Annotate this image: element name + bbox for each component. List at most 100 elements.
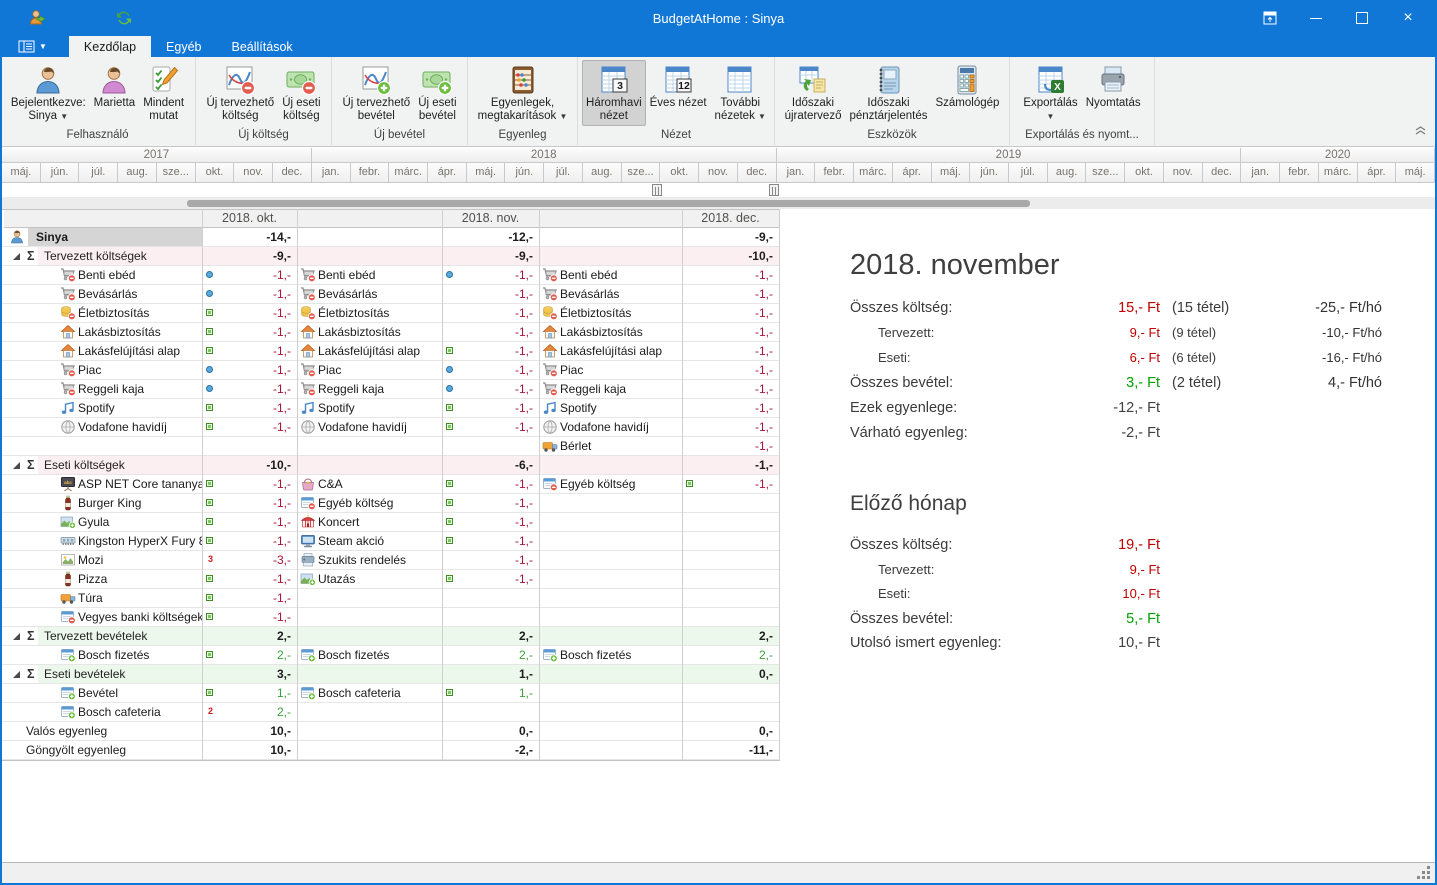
cell-value[interactable]: -1,- <box>202 304 297 322</box>
cell-value[interactable] <box>682 494 779 512</box>
cell-value[interactable]: -1,- <box>442 513 539 531</box>
cell-label-empty[interactable] <box>297 228 442 246</box>
cell-value[interactable]: -1,- <box>442 418 539 436</box>
resize-grip[interactable] <box>1427 876 1430 879</box>
timeline-month-2018-jun[interactable]: jún. <box>505 163 544 183</box>
cell-value[interactable] <box>442 437 539 455</box>
timeline-scrollbar[interactable] <box>0 197 1437 209</box>
cell-value[interactable]: -1,- <box>682 285 779 303</box>
timeline-range-track[interactable] <box>0 183 1437 198</box>
cell-label-tervezett-koltsegek[interactable]: ΣTervezett költségek <box>4 247 202 265</box>
cell-value[interactable]: -9,- <box>682 228 779 246</box>
cell-value[interactable]: -1,- <box>202 418 297 436</box>
timeline-month-2019-jun[interactable]: jún. <box>970 163 1009 183</box>
cell-label-c-a[interactable]: C&A <box>297 475 442 493</box>
timeline-month-2019-maj[interactable]: máj. <box>932 163 971 183</box>
cell-label-empty[interactable] <box>539 665 682 683</box>
timeline-month-2017-nov[interactable]: nov. <box>234 163 273 183</box>
cell-label-piac[interactable]: Piac <box>4 361 202 379</box>
cell-label-empty[interactable] <box>539 627 682 645</box>
cell-label-bevasarlas[interactable]: Bevásárlás <box>4 285 202 303</box>
cell-value[interactable]: -1,- <box>682 456 779 474</box>
cell-label-eseti-bevetelek[interactable]: ΣEseti bevételek <box>4 665 202 683</box>
cell-value[interactable]: 1,- <box>442 684 539 702</box>
uj-tervezheto-bevetel-button[interactable]: Új tervezhetőbevétel <box>338 60 414 126</box>
cell-label-tervezett-bevetelek[interactable]: ΣTervezett bevételek <box>4 627 202 645</box>
timeline-month-2019-marc[interactable]: márc. <box>854 163 893 183</box>
cell-label-empty[interactable] <box>539 608 682 626</box>
timeline-scrollbar-thumb[interactable] <box>187 200 1030 207</box>
cell-label-piac[interactable]: Piac <box>539 361 682 379</box>
cell-value[interactable]: -1,- <box>442 361 539 379</box>
timeline-month-2018-febr[interactable]: febr. <box>351 163 390 183</box>
grid-column-header-2018-dec[interactable]: 2018. dec. <box>682 209 779 228</box>
cell-value[interactable] <box>682 703 779 721</box>
cell-value[interactable]: -1,- <box>442 304 539 322</box>
timeline-month-2019-febr[interactable]: febr. <box>815 163 854 183</box>
cell-label-bosch-fizetes[interactable]: Bosch fizetés <box>4 646 202 664</box>
cell-label-empty[interactable] <box>539 570 682 588</box>
timeline-month-2018-maj[interactable]: máj. <box>467 163 506 183</box>
cell-value[interactable] <box>442 703 539 721</box>
timeline-month-2017-dec[interactable]: dec. <box>273 163 312 183</box>
range-start-handle[interactable] <box>652 184 662 196</box>
cell-label-vodafone-havidij[interactable]: Vodafone havidíj <box>539 418 682 436</box>
cell-label-benti-ebed[interactable]: Benti ebéd <box>4 266 202 284</box>
cell-value[interactable]: -12,- <box>442 228 539 246</box>
cell-value[interactable]: -2,- <box>442 741 539 759</box>
haromhavi-nezet-button[interactable]: 3 Háromhavinézet <box>582 60 646 126</box>
cell-value[interactable]: -1,- <box>682 399 779 417</box>
cell-value[interactable]: -1,- <box>442 532 539 550</box>
timeline-month-2018-jan[interactable]: jan. <box>312 163 351 183</box>
cell-value[interactable]: -1,- <box>202 342 297 360</box>
cell-label-egyeb-koltseg[interactable]: Egyéb költség <box>539 475 682 493</box>
timeline-month-2019-sze[interactable]: sze... <box>1086 163 1125 183</box>
cell-value[interactable]: -10,- <box>202 456 297 474</box>
cell-value[interactable]: -1,- <box>442 323 539 341</box>
tab-kezdolap[interactable]: Kezdőlap <box>69 36 151 57</box>
cell-value[interactable] <box>442 608 539 626</box>
cell-label-benti-ebed[interactable]: Benti ebéd <box>539 266 682 284</box>
cell-value[interactable]: -1,- <box>682 418 779 436</box>
cell-label-bevasarlas[interactable]: Bevásárlás <box>539 285 682 303</box>
cell-value[interactable]: 2,- <box>682 646 779 664</box>
timeline-month-2020-jan[interactable]: jan. <box>1241 163 1280 183</box>
cell-label-empty[interactable] <box>4 437 202 455</box>
cell-value[interactable]: -1,- <box>682 323 779 341</box>
cell-value[interactable]: -1,- <box>442 551 539 569</box>
cell-label-lakasbiztositas[interactable]: Lakásbiztosítás <box>297 323 442 341</box>
cell-label-empty[interactable] <box>539 551 682 569</box>
cell-label-bosch-cafeteria[interactable]: Bosch cafeteria <box>4 703 202 721</box>
cell-value[interactable]: -9,- <box>202 247 297 265</box>
cell-label-bosch-cafeteria[interactable]: Bosch cafeteria <box>297 684 442 702</box>
cell-value[interactable]: -1,- <box>202 323 297 341</box>
cell-label-steam-akcio[interactable]: Steam akció <box>297 532 442 550</box>
cell-label-lakasfelujitasi-alap[interactable]: Lakásfelújítási alap <box>4 342 202 360</box>
cell-label-gongyolt-egyenleg[interactable]: Göngyölt egyenleg <box>4 741 202 759</box>
cell-value[interactable] <box>202 437 297 455</box>
tab-beallitasok[interactable]: Beállítások <box>217 36 308 57</box>
cell-label-vodafone-havidij[interactable]: Vodafone havidíj <box>4 418 202 436</box>
cell-label-lakasfelujitasi-alap[interactable]: Lakásfelújítási alap <box>297 342 442 360</box>
tovabbi-nezetek-button[interactable]: Továbbinézetek ▼ <box>711 60 770 126</box>
cell-label-tura[interactable]: Túra <box>4 589 202 607</box>
marietta-button[interactable]: Marietta <box>90 60 140 126</box>
cell-label-utazas[interactable]: Utazás <box>297 570 442 588</box>
cell-value[interactable]: -1,- <box>202 380 297 398</box>
cell-value[interactable]: -1,- <box>202 361 297 379</box>
cell-label-egyeb-koltseg[interactable]: Egyéb költség <box>297 494 442 512</box>
cell-label-vodafone-havidij[interactable]: Vodafone havidíj <box>297 418 442 436</box>
timeline-month-2017-sze[interactable]: sze... <box>157 163 196 183</box>
cell-label-empty[interactable] <box>539 589 682 607</box>
cell-value[interactable]: -1,- <box>442 475 539 493</box>
timeline-month-2018-jul[interactable]: júl. <box>544 163 583 183</box>
cell-label-eletbiztositas[interactable]: Életbiztosítás <box>297 304 442 322</box>
timeline-month-2020-apr[interactable]: ápr. <box>1358 163 1397 183</box>
cell-value[interactable] <box>682 684 779 702</box>
cell-label-gyula[interactable]: Gyula <box>4 513 202 531</box>
cell-value[interactable]: 2,- <box>682 627 779 645</box>
cell-label-benti-ebed[interactable]: Benti ebéd <box>297 266 442 284</box>
timeline-month-2017-maj[interactable]: máj. <box>2 163 41 183</box>
cell-value[interactable]: 3,- <box>202 665 297 683</box>
cell-value[interactable]: 10,- <box>202 741 297 759</box>
